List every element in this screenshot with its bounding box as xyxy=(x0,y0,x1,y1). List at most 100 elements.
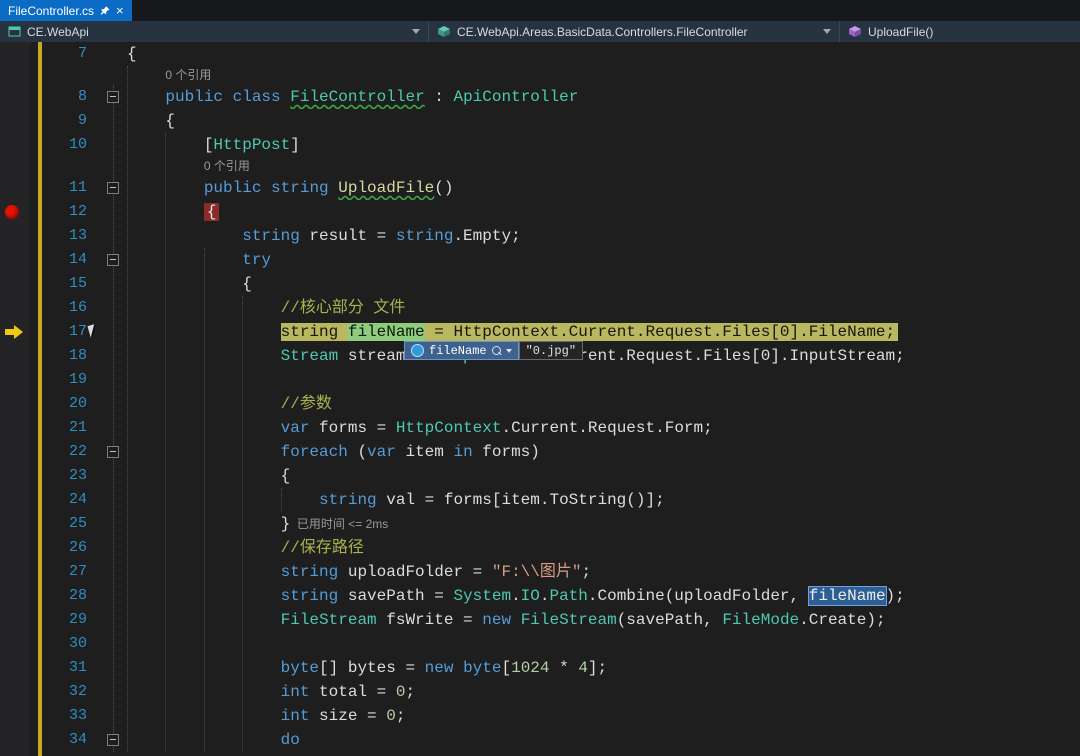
breakpoint-margin[interactable] xyxy=(0,157,30,176)
code-text[interactable]: string result = string.Empty; xyxy=(127,224,1080,248)
breakpoint-margin[interactable] xyxy=(0,656,30,680)
breakpoint-margin[interactable] xyxy=(0,584,30,608)
code-token: HttpContext xyxy=(396,419,502,437)
code-token: [ xyxy=(204,136,214,154)
breakpoint-margin[interactable] xyxy=(0,133,30,157)
codelens-references-link[interactable]: 0 个引用 xyxy=(165,68,211,82)
breakpoint-margin[interactable] xyxy=(0,224,30,248)
code-text[interactable]: int size = 0; xyxy=(127,704,1080,728)
code-token: new xyxy=(425,659,454,677)
code-text[interactable]: 0 个引用 xyxy=(127,157,1080,176)
code-token: byte xyxy=(281,659,319,677)
code-token: int xyxy=(281,707,310,725)
code-text[interactable]: byte[] bytes = new byte[1024 * 4]; xyxy=(127,656,1080,680)
tab-filecontroller[interactable]: FileController.cs × xyxy=(0,0,132,21)
breakpoint-margin[interactable] xyxy=(0,488,30,512)
fold-margin xyxy=(87,85,127,109)
collapse-region-icon[interactable] xyxy=(107,182,119,194)
code-rows: 7{ 0 个引用8 public class FileController : … xyxy=(0,42,1080,752)
breakpoint-margin[interactable] xyxy=(0,272,30,296)
debug-datatip[interactable]: fileName "0.jpg" xyxy=(404,341,583,360)
breakpoint-margin[interactable] xyxy=(0,464,30,488)
breakpoint-margin[interactable] xyxy=(0,704,30,728)
track-changes-margin xyxy=(30,680,42,704)
breakpoint-margin[interactable] xyxy=(0,392,30,416)
breakpoint-margin[interactable] xyxy=(0,440,30,464)
code-text[interactable]: //核心部分 文件 xyxy=(127,296,1080,320)
breakpoint-margin[interactable] xyxy=(0,109,30,133)
breakpoint-margin[interactable] xyxy=(0,680,30,704)
datatip-expression-pill[interactable]: fileName xyxy=(404,341,519,360)
code-text[interactable]: var forms = HttpContext.Current.Request.… xyxy=(127,416,1080,440)
code-text[interactable]: string val = forms[item.ToString()]; xyxy=(127,488,1080,512)
fold-margin xyxy=(87,704,127,728)
breakpoint-margin[interactable] xyxy=(0,560,30,584)
breakpoint-margin[interactable] xyxy=(0,368,30,392)
chevron-down-icon[interactable] xyxy=(506,349,512,353)
code-text[interactable]: { xyxy=(127,200,1080,224)
code-text[interactable] xyxy=(127,632,1080,656)
breakpoint-margin[interactable] xyxy=(0,248,30,272)
breakpoint-icon[interactable] xyxy=(5,205,19,219)
breakpoint-margin[interactable] xyxy=(0,344,30,368)
code-text[interactable]: foreach (var item in forms) xyxy=(127,440,1080,464)
code-text[interactable]: 0 个引用 xyxy=(127,66,1080,85)
line-number xyxy=(42,157,87,176)
code-text[interactable]: do xyxy=(127,728,1080,752)
code-text[interactable]: public class FileController : ApiControl… xyxy=(127,85,1080,109)
code-text[interactable]: [HttpPost] xyxy=(127,133,1080,157)
code-row: 34 do xyxy=(0,728,1080,752)
breakpoint-margin[interactable] xyxy=(0,200,30,224)
code-editor[interactable]: 7{ 0 个引用8 public class FileController : … xyxy=(0,42,1080,756)
code-text[interactable]: FileStream fsWrite = new FileStream(save… xyxy=(127,608,1080,632)
collapse-region-icon[interactable] xyxy=(107,91,119,103)
breakpoint-margin[interactable] xyxy=(0,320,30,344)
breakpoint-margin[interactable] xyxy=(0,296,30,320)
current-statement-arrow-icon[interactable] xyxy=(5,329,14,335)
code-text[interactable]: string uploadFolder = "F:\\图片"; xyxy=(127,560,1080,584)
breakpoint-margin[interactable] xyxy=(0,512,30,536)
code-text[interactable]: public string UploadFile() xyxy=(127,176,1080,200)
code-text[interactable]: try xyxy=(127,248,1080,272)
code-text[interactable]: { xyxy=(127,42,1080,66)
code-text[interactable]: { xyxy=(127,464,1080,488)
pin-icon[interactable] xyxy=(100,6,110,16)
member-dropdown[interactable]: UploadFile() xyxy=(839,21,1080,42)
breakpoint-margin[interactable] xyxy=(0,176,30,200)
collapse-region-icon[interactable] xyxy=(107,734,119,746)
datatip-value-box: "0.jpg" xyxy=(519,341,583,360)
collapse-region-icon[interactable] xyxy=(107,254,119,266)
close-icon[interactable]: × xyxy=(116,4,124,17)
code-text[interactable]: Stream stream = HttpContext.Current.Requ… xyxy=(127,344,1080,368)
breakpoint-margin[interactable] xyxy=(0,728,30,752)
breakpoint-margin[interactable] xyxy=(0,536,30,560)
code-text[interactable]: { xyxy=(127,109,1080,133)
breakpoint-margin[interactable] xyxy=(0,42,30,66)
breakpoint-margin[interactable] xyxy=(0,416,30,440)
track-changes-margin xyxy=(30,344,42,368)
magnifier-icon[interactable] xyxy=(492,346,501,355)
breakpoint-margin[interactable] xyxy=(0,85,30,109)
collapse-region-icon[interactable] xyxy=(107,446,119,458)
code-text[interactable]: { xyxy=(127,272,1080,296)
code-text[interactable]: //保存路径 xyxy=(127,536,1080,560)
code-text[interactable]: string fileName = HttpContext.Current.Re… xyxy=(127,320,1080,344)
type-dropdown[interactable]: CE.WebApi.Areas.BasicData.Controllers.Fi… xyxy=(428,21,839,42)
breakpoint-margin[interactable] xyxy=(0,66,30,85)
codelens-references-link[interactable]: 0 个引用 xyxy=(204,159,250,173)
line-number: 9 xyxy=(42,109,87,133)
code-text[interactable]: int total = 0; xyxy=(127,680,1080,704)
code-text[interactable]: //参数 xyxy=(127,392,1080,416)
code-text[interactable]: string savePath = System.IO.Path.Combine… xyxy=(127,584,1080,608)
code-text[interactable] xyxy=(127,368,1080,392)
line-number: 11 xyxy=(42,176,87,200)
code-token: uploadFolder = xyxy=(338,563,492,581)
line-number: 8 xyxy=(42,85,87,109)
code-row: 28 string savePath = System.IO.Path.Comb… xyxy=(0,584,1080,608)
breakpoint-margin[interactable] xyxy=(0,632,30,656)
code-text[interactable]: } 已用时间 <= 2ms xyxy=(127,512,1080,536)
code-row: 8 public class FileController : ApiContr… xyxy=(0,85,1080,109)
breakpoint-margin[interactable] xyxy=(0,608,30,632)
code-token: var xyxy=(367,443,396,461)
project-dropdown[interactable]: CE.WebApi xyxy=(0,21,428,42)
